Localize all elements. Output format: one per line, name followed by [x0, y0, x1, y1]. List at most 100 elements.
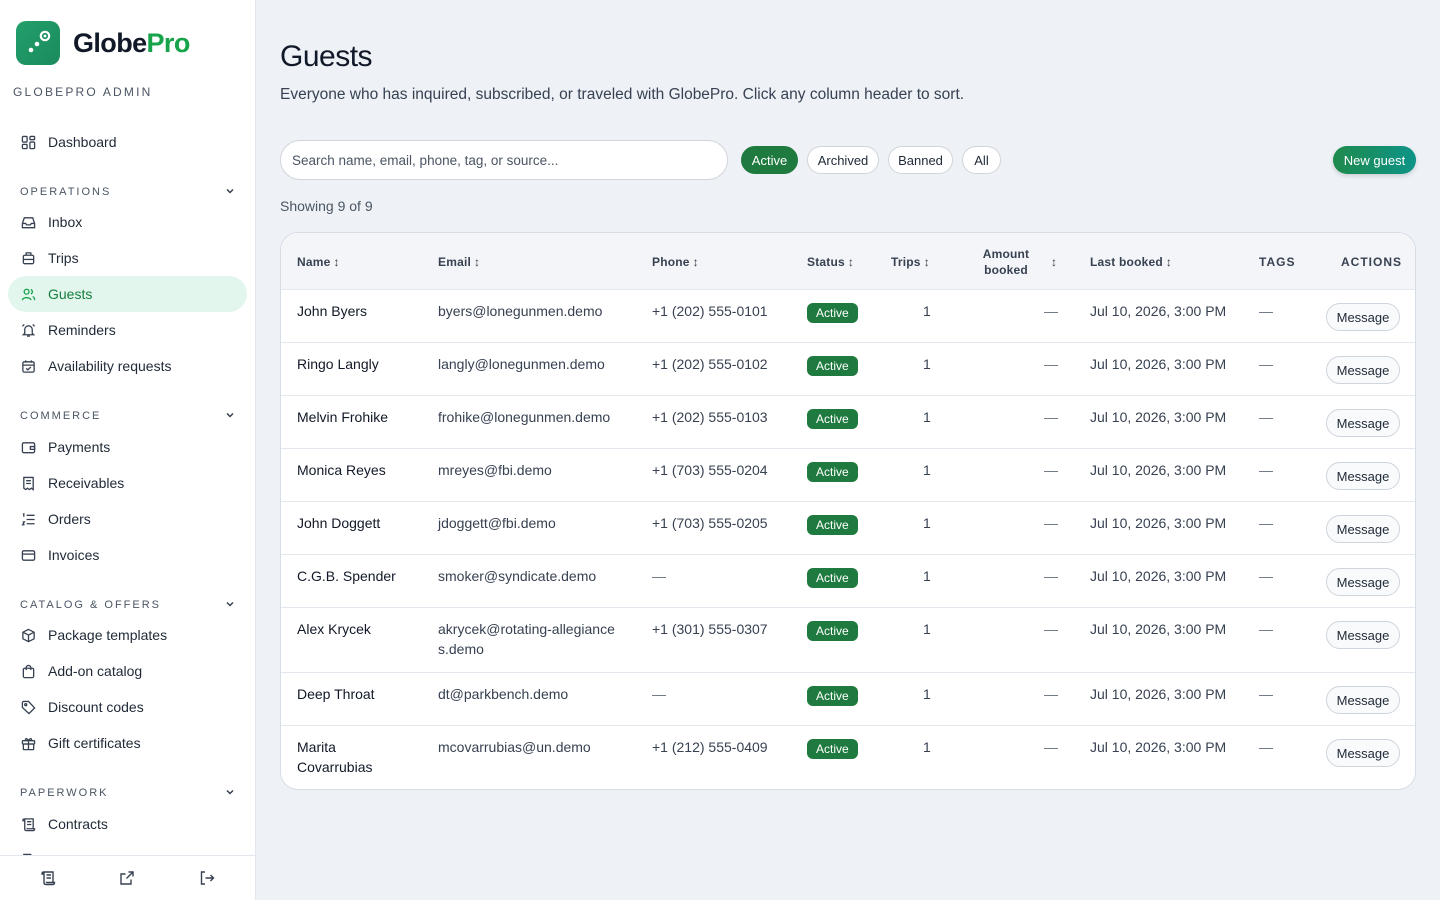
table-row[interactable]: John Byers byers@lonegunmen.demo +1 (202…: [281, 289, 1415, 342]
table-header: Name ↕ Email ↕ Phone ↕ Status ↕ Trips ↕ Amoun…: [281, 233, 1415, 290]
table-row[interactable]: Ringo Langly langly@lonegunmen.demo +1 (…: [281, 342, 1415, 395]
guest-amount-booked: —: [1044, 739, 1058, 755]
guest-name[interactable]: John Doggett: [297, 513, 380, 533]
sidebar-item-orders[interactable]: Orders: [8, 501, 247, 537]
section-paperwork-toggle[interactable]: PAPERWORK: [20, 785, 236, 801]
table-row[interactable]: Marita Covarrubias mcovarrubias@un.demo +…: [281, 725, 1415, 789]
guest-name[interactable]: Ringo Langly: [297, 354, 379, 374]
brand-name-main: Globe: [73, 27, 147, 58]
sidebar-item-discount-codes[interactable]: Discount codes: [8, 689, 247, 725]
column-header-label: Trips: [891, 254, 921, 269]
table-row[interactable]: Monica Reyes mreyes@fbi.demo +1 (703) 55…: [281, 448, 1415, 501]
column-header-name[interactable]: Name ↕: [297, 233, 340, 290]
sidebar-item-label: Orders: [48, 511, 91, 527]
sidebar-item-label: Dashboard: [48, 134, 117, 150]
sidebar-item-label: Inbox: [48, 214, 83, 230]
page-title: Guests: [280, 40, 373, 73]
guest-trips: 1: [923, 303, 931, 319]
sidebar-item-payments[interactable]: Payments: [8, 429, 247, 465]
sidebar-item-dashboard[interactable]: Dashboard: [8, 124, 247, 160]
column-header-email[interactable]: Email ↕: [438, 233, 480, 290]
guest-tags: —: [1259, 686, 1273, 702]
dashboard-icon: [20, 134, 36, 150]
column-header-tags: TAGS: [1259, 254, 1296, 269]
sidebar-item-trips[interactable]: Trips: [8, 240, 247, 276]
guest-email: jdoggett@fbi.demo: [438, 515, 556, 531]
guest-name-line: Covarrubias: [297, 759, 373, 775]
guest-name[interactable]: Monica Reyes: [297, 460, 386, 480]
column-header-trips[interactable]: Trips ↕: [891, 233, 930, 290]
column-header-last-booked[interactable]: Last booked ↕: [1090, 233, 1172, 290]
message-button[interactable]: Message: [1326, 515, 1400, 543]
sidebar-nav[interactable]: GlobePro GLOBEPRO ADMIN Dashboard OPERAT…: [0, 0, 255, 855]
sidebar-item-availability-requests[interactable]: Availability requests: [8, 348, 247, 384]
message-button[interactable]: Message: [1326, 739, 1400, 767]
column-header-status[interactable]: Status ↕: [807, 233, 854, 290]
section-operations-toggle[interactable]: OPERATIONS: [20, 184, 236, 200]
section-commerce-toggle[interactable]: COMMERCE: [20, 408, 236, 424]
guest-last-booked: Jul 10, 2026, 3:00 PM: [1090, 462, 1227, 478]
guest-phone: +1 (212) 555-0409: [652, 739, 768, 755]
guest-tags: —: [1259, 515, 1273, 531]
sort-icon: ↕: [1165, 254, 1173, 269]
sidebar-item-gift-certificates[interactable]: Gift certificates: [8, 725, 247, 761]
message-button[interactable]: Message: [1326, 621, 1400, 649]
guest-name[interactable]: Alex Krycek: [297, 619, 371, 639]
column-header-amount-booked[interactable]: Amount booked ↕: [971, 233, 1061, 290]
guest-tags: —: [1259, 621, 1273, 637]
sidebar-item-add-on-catalog[interactable]: Add-on catalog: [8, 653, 247, 689]
sidebar-item-invoices[interactable]: Invoices: [8, 537, 247, 573]
status-badge: Active: [807, 409, 858, 429]
guest-name[interactable]: John Byers: [297, 301, 367, 321]
message-button[interactable]: Message: [1326, 356, 1400, 384]
filter-active-chip[interactable]: Active: [741, 146, 798, 174]
logout-icon[interactable]: [198, 869, 216, 887]
message-button[interactable]: Message: [1326, 409, 1400, 437]
guest-last-booked: Jul 10, 2026, 3:00 PM: [1090, 686, 1227, 702]
sidebar-item-contracts[interactable]: Contracts: [8, 806, 247, 842]
sidebar-item-partial[interactable]: [8, 842, 247, 855]
column-header-label: Phone: [652, 254, 690, 269]
sidebar-footer: [0, 855, 255, 900]
guest-email-line: akrycek@rotating-allegiance: [438, 621, 615, 637]
sidebar-item-label: Contracts: [48, 816, 108, 832]
new-guest-button[interactable]: New guest: [1333, 146, 1416, 174]
tag-icon: [20, 699, 36, 715]
section-catalog-toggle[interactable]: CATALOG & OFFERS: [20, 597, 236, 613]
guest-name[interactable]: Marita Covarrubias: [297, 737, 372, 777]
table-row[interactable]: John Doggett jdoggett@fbi.demo +1 (703) …: [281, 501, 1415, 554]
sidebar-item-guests[interactable]: Guests: [8, 276, 247, 312]
guest-last-booked: Jul 10, 2026, 3:00 PM: [1090, 409, 1227, 425]
table-row[interactable]: Deep Throat dt@parkbench.demo — Active 1…: [281, 672, 1415, 725]
guest-name[interactable]: C.G.B. Spender: [297, 566, 396, 586]
guest-last-booked: Jul 10, 2026, 3:00 PM: [1090, 303, 1227, 319]
message-button[interactable]: Message: [1326, 303, 1400, 331]
sidebar-item-inbox[interactable]: Inbox: [8, 204, 247, 240]
sidebar-item-receivables[interactable]: Receivables: [8, 465, 247, 501]
search-input[interactable]: [280, 140, 728, 180]
filter-all-chip[interactable]: All: [962, 146, 1001, 174]
filter-banned-chip[interactable]: Banned: [888, 146, 953, 174]
guest-trips: 1: [923, 462, 931, 478]
package-icon: [20, 627, 36, 643]
status-badge: Active: [807, 462, 858, 482]
column-header-label-line: Amount: [982, 246, 1030, 261]
calendar-check-icon: [20, 358, 36, 374]
message-button[interactable]: Message: [1326, 462, 1400, 490]
table-row[interactable]: Alex Krycek akrycek@rotating-allegiance s…: [281, 607, 1415, 672]
column-header-phone[interactable]: Phone ↕: [652, 233, 699, 290]
terms-scroll-icon[interactable]: [39, 869, 57, 887]
guest-name[interactable]: Melvin Frohike: [297, 407, 388, 427]
sidebar-item-package-templates[interactable]: Package templates: [8, 617, 247, 653]
filter-archived-chip[interactable]: Archived: [807, 146, 879, 174]
message-button[interactable]: Message: [1326, 686, 1400, 714]
sidebar-item-label: Availability requests: [48, 358, 172, 374]
message-button[interactable]: Message: [1326, 568, 1400, 596]
external-link-icon[interactable]: [118, 869, 136, 887]
guest-amount-booked: —: [1044, 409, 1058, 425]
guest-name[interactable]: Deep Throat: [297, 684, 375, 704]
sidebar-item-reminders[interactable]: Reminders: [8, 312, 247, 348]
table-row[interactable]: Melvin Frohike frohike@lonegunmen.demo +…: [281, 395, 1415, 448]
table-row[interactable]: C.G.B. Spender smoker@syndicate.demo — A…: [281, 554, 1415, 607]
brand[interactable]: GlobePro: [16, 21, 190, 65]
